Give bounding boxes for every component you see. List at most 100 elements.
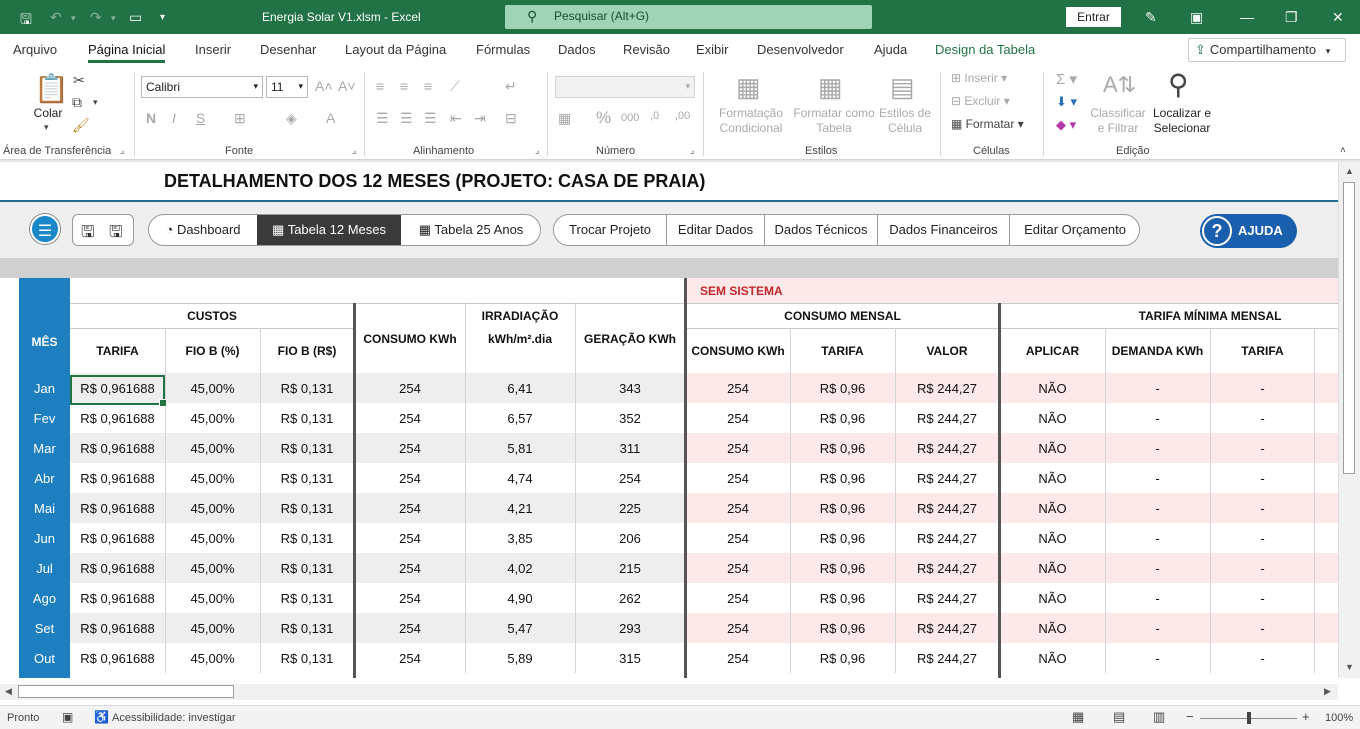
tab-desenvolvedor[interactable]: Desenvolvedor [757, 42, 844, 57]
cell-geracao[interactable]: 343 [575, 373, 685, 403]
cell-tarifa[interactable]: R$ 0,961688 [70, 523, 165, 553]
borders-icon[interactable]: ⊞ [234, 110, 246, 127]
cell-cm-tarifa[interactable]: R$ 0,96 [790, 583, 895, 613]
cell-fio-b-rs[interactable]: R$ 0,131 [260, 403, 354, 433]
bold-icon[interactable]: N [146, 110, 156, 126]
percent-icon[interactable]: % [596, 108, 611, 128]
copy-icon[interactable]: ⧉ [72, 94, 82, 111]
cell-demanda[interactable]: - [1105, 643, 1210, 673]
trocar-projeto-button[interactable]: Trocar Projeto [554, 215, 666, 245]
minimize-icon[interactable]: — [1240, 9, 1254, 25]
cell-cm-valor[interactable]: R$ 244,27 [895, 643, 999, 673]
paste-icon[interactable]: 📋 [34, 72, 69, 105]
font-name-select[interactable]: Calibri ▾ [141, 76, 263, 98]
cell-cm-consumo[interactable]: 254 [686, 643, 790, 673]
clear-icon[interactable]: ◆ ▾ [1056, 117, 1076, 133]
wrap-text-icon[interactable]: ↵ [505, 78, 517, 95]
editar-orcamento-button[interactable]: Editar Orçamento [1010, 215, 1139, 245]
delete-cells-button[interactable]: ⊟ Excluir ▾ [951, 94, 1010, 108]
redo-icon[interactable]: ↷ [90, 9, 102, 26]
cell-cm-consumo[interactable]: 254 [686, 553, 790, 583]
cell-geracao[interactable]: 315 [575, 643, 685, 673]
dados-financeiros-button[interactable]: Dados Financeiros [878, 215, 1009, 245]
cell-fio-b-pct[interactable]: 45,00% [165, 643, 260, 673]
cell-fio-b-rs[interactable]: R$ 0,131 [260, 643, 354, 673]
cell-tm-tarifa[interactable]: - [1210, 583, 1315, 613]
align-middle-icon[interactable]: ≡ [400, 78, 408, 94]
cell-demanda[interactable]: - [1105, 463, 1210, 493]
font-color-icon[interactable]: A [326, 110, 335, 126]
cell-tm-tarifa[interactable]: - [1210, 493, 1315, 523]
cell-tm-tarifa[interactable]: - [1210, 553, 1315, 583]
cell-geracao[interactable]: 352 [575, 403, 685, 433]
close-icon[interactable]: ✕ [1332, 9, 1344, 26]
align-top-icon[interactable]: ≡ [376, 78, 384, 94]
cell-consumo[interactable]: 254 [355, 523, 465, 553]
editar-dados-button[interactable]: Editar Dados [667, 215, 764, 245]
month-label[interactable]: Abr [19, 463, 70, 493]
find-select-icon[interactable]: ⚲ [1168, 68, 1189, 101]
format-cells-button[interactable]: ▦ Formatar ▾ [951, 117, 1024, 131]
paste-label[interactable]: Colar [30, 106, 66, 121]
chevron-down-icon[interactable]: ▾ [44, 122, 49, 133]
cell-cm-consumo[interactable]: 254 [686, 523, 790, 553]
cell-tm-tarifa[interactable]: - [1210, 433, 1315, 463]
pen-icon[interactable]: ✎ [1145, 9, 1157, 26]
cell-cm-valor[interactable]: R$ 244,27 [895, 373, 999, 403]
page-break-icon[interactable]: ▥ [1153, 709, 1165, 725]
cell-cm-valor[interactable]: R$ 244,27 [895, 553, 999, 583]
cell-aplicar[interactable]: NÃO [1000, 373, 1105, 403]
orientation-icon[interactable]: ⟋ [450, 78, 460, 95]
cell-aplicar[interactable]: NÃO [1000, 523, 1105, 553]
cut-icon[interactable]: ✂ [73, 72, 85, 89]
search-box[interactable]: ⚲ Pesquisar (Alt+G) [505, 5, 872, 29]
selected-cell[interactable] [70, 375, 167, 407]
cell-demanda[interactable]: - [1105, 613, 1210, 643]
cell-cm-tarifa[interactable]: R$ 0,96 [790, 373, 895, 403]
cell-fio-b-pct[interactable]: 45,00% [165, 523, 260, 553]
cell-demanda[interactable]: - [1105, 403, 1210, 433]
comma-style-icon[interactable]: 000 [621, 112, 639, 124]
cell-geracao[interactable]: 262 [575, 583, 685, 613]
cell-cm-tarifa[interactable]: R$ 0,96 [790, 643, 895, 673]
page-layout-icon[interactable]: ▤ [1113, 709, 1125, 725]
normal-view-icon[interactable]: ▦ [1072, 709, 1084, 725]
ribbon-display-icon[interactable]: ▣ [1190, 9, 1203, 26]
undo-dropdown-icon[interactable]: ▾ [71, 13, 76, 24]
dialog-launcher-icon[interactable]: ⌟ [535, 145, 539, 156]
align-center-icon[interactable]: ☰ [400, 110, 413, 127]
align-right-icon[interactable]: ☰ [424, 110, 437, 127]
cell-cm-valor[interactable]: R$ 244,27 [895, 403, 999, 433]
cell-consumo[interactable]: 254 [355, 403, 465, 433]
sort-filter-icon[interactable]: A⇅ [1103, 72, 1136, 98]
cell-fio-b-rs[interactable]: R$ 0,131 [260, 373, 354, 403]
cell-aplicar[interactable]: NÃO [1000, 403, 1105, 433]
accessibility-status[interactable]: Acessibilidade: investigar [112, 712, 236, 724]
cell-irradiacao[interactable]: 4,02 [465, 553, 575, 583]
cell-aplicar[interactable]: NÃO [1000, 463, 1105, 493]
cell-tm-tarifa[interactable]: - [1210, 373, 1315, 403]
cell-fio-b-pct[interactable]: 45,00% [165, 433, 260, 463]
decrease-decimal-icon[interactable]: ,00 [675, 110, 690, 122]
cell-aplicar[interactable]: NÃO [1000, 643, 1105, 673]
cell-tarifa[interactable]: R$ 0,961688 [70, 553, 165, 583]
cell-irradiacao[interactable]: 4,90 [465, 583, 575, 613]
dialog-launcher-icon[interactable]: ⌟ [120, 145, 124, 156]
cell-cm-tarifa[interactable]: R$ 0,96 [790, 493, 895, 523]
cell-fio-b-rs[interactable]: R$ 0,131 [260, 613, 354, 643]
cell-tm-tarifa[interactable]: - [1210, 613, 1315, 643]
dialog-launcher-icon[interactable]: ⌟ [352, 145, 356, 156]
underline-icon[interactable]: S [196, 110, 205, 126]
cell-styles-label[interactable]: Estilos de Célula [878, 106, 932, 136]
cell-cm-tarifa[interactable]: R$ 0,96 [790, 523, 895, 553]
cell-aplicar[interactable]: NÃO [1000, 613, 1105, 643]
cell-cm-consumo[interactable]: 254 [686, 613, 790, 643]
cell-irradiacao[interactable]: 6,41 [465, 373, 575, 403]
tab-inserir[interactable]: Inserir [195, 42, 231, 57]
cell-cm-valor[interactable]: R$ 244,27 [895, 613, 999, 643]
chevron-down-icon[interactable]: ▾ [93, 97, 98, 108]
tab-design-tabela[interactable]: Design da Tabela [935, 42, 1035, 57]
cell-cm-valor[interactable]: R$ 244,27 [895, 463, 999, 493]
month-label[interactable]: Mai [19, 493, 70, 523]
month-label[interactable]: Out [19, 643, 70, 673]
